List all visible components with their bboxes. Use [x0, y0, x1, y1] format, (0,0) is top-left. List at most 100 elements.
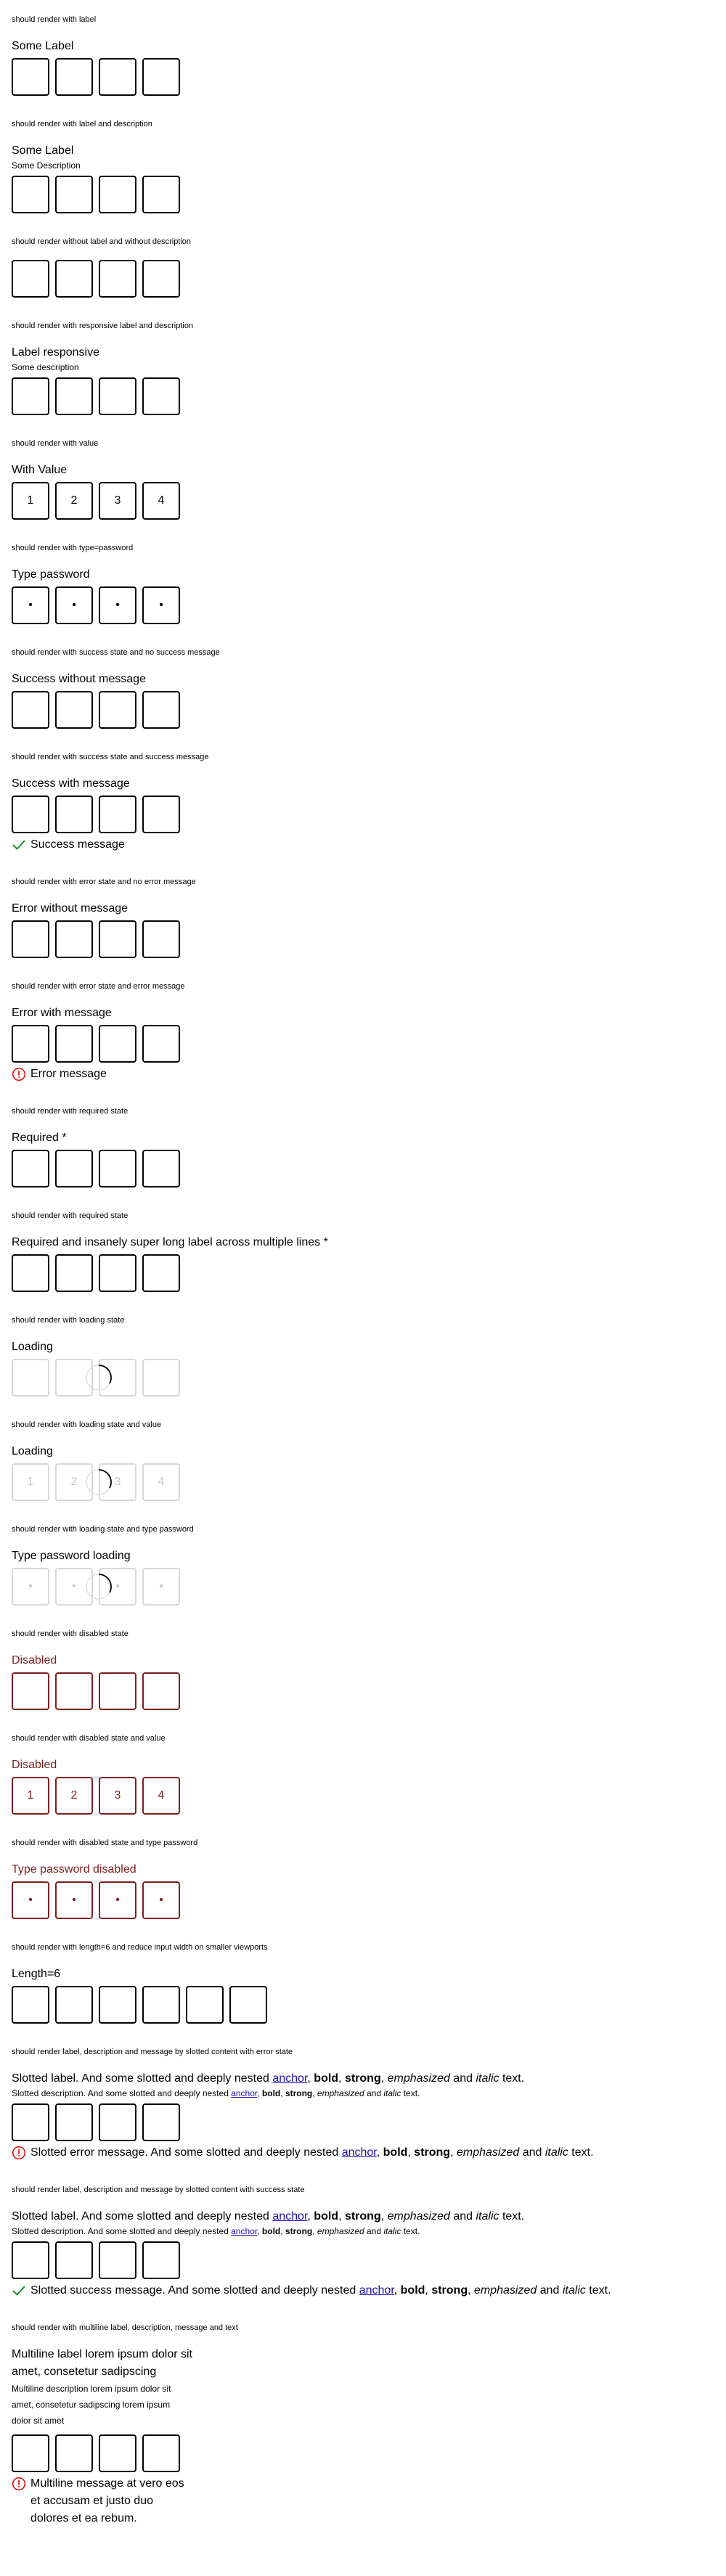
pin-input[interactable]: 4 — [142, 1463, 180, 1501]
pin-input[interactable] — [99, 1254, 136, 1292]
pin-input[interactable] — [142, 2241, 180, 2279]
pin-input[interactable] — [99, 920, 136, 958]
pin-input[interactable] — [12, 920, 49, 958]
pin-input[interactable] — [12, 2241, 49, 2279]
pin-input[interactable] — [12, 377, 49, 415]
pin-input[interactable] — [55, 920, 93, 958]
nested-anchor[interactable]: anchor — [359, 2284, 394, 2297]
pin-input[interactable] — [142, 691, 180, 729]
pin-input[interactable] — [12, 2103, 49, 2141]
pin-input[interactable]: • — [12, 586, 49, 624]
section-caption: should render with disabled state and ty… — [12, 1839, 198, 1847]
section-caption: should render with required state — [12, 1107, 129, 1116]
separator-text: , — [257, 2226, 262, 2236]
pin-input[interactable] — [55, 691, 93, 729]
field-label: Some Label — [12, 144, 74, 157]
field-label: Multiline label lorem ipsum dolor sit am… — [12, 2348, 192, 2378]
error-message: Slotted error message. And some slotted … — [12, 2144, 714, 2162]
pin-input[interactable] — [55, 1025, 93, 1063]
pin-input[interactable] — [55, 377, 93, 415]
pin-input[interactable] — [99, 1150, 136, 1187]
pin-input[interactable] — [99, 377, 136, 415]
pin-input[interactable] — [12, 58, 49, 96]
pin-input[interactable] — [12, 1254, 49, 1292]
pin-input[interactable] — [186, 1986, 224, 2024]
pin-input[interactable]: 1 — [12, 482, 49, 520]
pin-input[interactable] — [99, 260, 136, 298]
section-caption: should render with error state and no er… — [12, 878, 196, 886]
pin-input[interactable] — [55, 796, 93, 833]
pin-input[interactable] — [55, 260, 93, 298]
section-caption: should render with value — [12, 439, 99, 448]
separator-text: and — [537, 2284, 563, 2297]
separator-text: and — [519, 2146, 545, 2159]
nested-anchor[interactable]: anchor — [231, 2226, 257, 2236]
pin-input[interactable] — [12, 1150, 49, 1187]
pin-code — [12, 796, 714, 833]
pin-input[interactable] — [99, 796, 136, 833]
pin-input[interactable] — [99, 176, 136, 213]
pin-input[interactable] — [55, 1254, 93, 1292]
pin-input[interactable]: 2 — [55, 482, 93, 520]
pin-input[interactable] — [12, 2434, 49, 2472]
pin-input[interactable] — [12, 260, 49, 298]
slotted-text: Slotted description. And some slotted an… — [12, 2088, 232, 2098]
pin-input[interactable] — [55, 1986, 93, 2024]
pin-input[interactable] — [142, 1986, 180, 2024]
section-caption: should render with required state — [12, 1211, 129, 1220]
pin-code — [12, 2103, 714, 2141]
pin-input[interactable] — [55, 1150, 93, 1187]
pin-input[interactable] — [142, 260, 180, 298]
pin-input[interactable] — [55, 2241, 93, 2279]
pin-input[interactable]: • — [99, 586, 136, 624]
pin-input[interactable] — [99, 2434, 136, 2472]
pin-input[interactable]: • — [142, 586, 180, 624]
pin-input[interactable] — [229, 1986, 267, 2024]
pin-input[interactable] — [12, 176, 49, 213]
pin-input[interactable]: • — [55, 586, 93, 624]
pin-input[interactable] — [99, 58, 136, 96]
success-message: Slotted success message. And some slotte… — [12, 2282, 714, 2299]
pin-input[interactable]: 3 — [99, 482, 136, 520]
pin-input[interactable]: 4 — [142, 482, 180, 520]
pin-input[interactable] — [142, 1025, 180, 1063]
field-label: Some Label — [12, 40, 74, 52]
pin-input[interactable] — [55, 176, 93, 213]
pin-input[interactable] — [99, 2103, 136, 2141]
pin-input[interactable] — [12, 1025, 49, 1063]
pin-input[interactable]: 1 — [12, 1463, 49, 1501]
pin-input[interactable] — [55, 2434, 93, 2472]
nested-anchor[interactable]: anchor — [342, 2146, 377, 2159]
pin-input[interactable] — [99, 2241, 136, 2279]
emphasized-text: emphasized — [387, 2210, 450, 2223]
pin-input[interactable] — [142, 176, 180, 213]
separator-text: and — [364, 2088, 384, 2098]
pin-input[interactable] — [142, 58, 180, 96]
pin-input[interactable] — [142, 377, 180, 415]
pin-input[interactable] — [12, 796, 49, 833]
pin-input[interactable] — [142, 1150, 180, 1187]
pin-input[interactable] — [142, 920, 180, 958]
italic-text: italic — [383, 2226, 401, 2236]
slotted-text: text. — [401, 2088, 420, 2098]
pin-input[interactable] — [99, 1986, 136, 2024]
pin-input[interactable] — [55, 2103, 93, 2141]
pin-input[interactable] — [12, 1986, 49, 2024]
pin-input[interactable] — [55, 58, 93, 96]
pin-input[interactable] — [12, 691, 49, 729]
pin-input[interactable] — [142, 1359, 180, 1397]
pin-input[interactable] — [142, 796, 180, 833]
pin-input[interactable] — [99, 691, 136, 729]
pin-input[interactable] — [142, 2103, 180, 2141]
pin-input[interactable]: • — [142, 1568, 180, 1606]
pin-input[interactable]: • — [12, 1568, 49, 1606]
strong-text: strong — [285, 2088, 313, 2098]
pin-input[interactable] — [142, 1254, 180, 1292]
nested-anchor[interactable]: anchor — [272, 2072, 307, 2085]
nested-anchor[interactable]: anchor — [231, 2088, 257, 2098]
pin-input[interactable] — [142, 2434, 180, 2472]
pin-code — [12, 58, 714, 96]
pin-input[interactable] — [99, 1025, 136, 1063]
pin-input[interactable] — [12, 1359, 49, 1397]
nested-anchor[interactable]: anchor — [272, 2210, 307, 2223]
